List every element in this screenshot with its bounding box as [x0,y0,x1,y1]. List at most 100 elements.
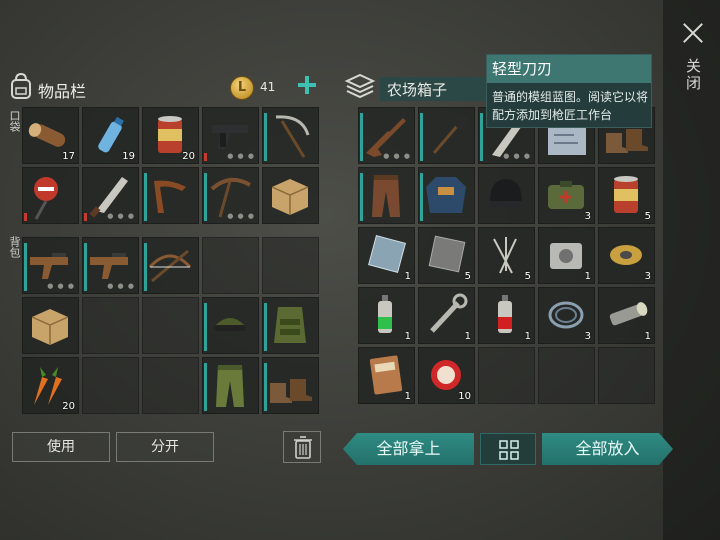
close-icon[interactable] [678,18,708,48]
inventory-title: 物品栏 [38,82,87,101]
backpack-slot[interactable] [262,357,319,414]
cap-with-goggles-icon [214,318,246,331]
box-slot[interactable]: 1 [598,287,655,344]
item-count: 1 [404,271,411,282]
grid-sort-icon [499,440,519,460]
sort-button[interactable] [480,433,536,465]
pockets-label: 口袋 [8,110,21,132]
use-button[interactable]: 使用 [12,432,110,462]
backpack-slot[interactable] [262,237,319,294]
pocket-slot[interactable]: 20 [142,107,199,164]
take-all-button[interactable]: 全部拿上 [343,433,474,465]
item-count: 1 [644,331,651,342]
backpack-slot[interactable] [202,357,259,414]
box-slot[interactable]: 5 [418,227,475,284]
stop-sign-icon [34,177,58,220]
item-count: 17 [62,151,75,162]
durability-bar [204,303,207,351]
pocket-slot[interactable]: 19 [82,107,139,164]
quality-dots-icon: ● ● ● [107,282,135,290]
box-slot[interactable]: 1 [538,227,595,284]
backpack-icon [11,72,31,99]
box-slot[interactable]: 5 [598,167,655,224]
add-coins-button[interactable] [296,74,318,96]
put-all-button[interactable]: 全部放入 [542,433,673,465]
backpack-slot[interactable]: ● ● ● [82,237,139,294]
durability-bar [420,173,423,221]
pocket-slot[interactable]: ● ● ● [202,167,259,224]
box-slot[interactable] [478,167,535,224]
backpack-slot[interactable] [142,297,199,354]
split-button[interactable]: 分开 [116,432,214,462]
pockets-grid: 17 19 20 ● ● ● ● ● ● ● ● ● [22,107,319,224]
box-slot[interactable]: 1 [478,287,535,344]
backpack-slot[interactable] [202,237,259,294]
box-slot[interactable]: 1 [358,347,415,404]
trash-icon [294,436,312,459]
backpack-label: 背包 [8,236,21,258]
box-slot[interactable] [478,347,535,404]
pocket-slot[interactable]: 17 [22,107,79,164]
tooltip-description: 普通的模组蓝图。阅读它以将配方添加到枪匠工作台 [492,90,649,122]
durability-bar [360,173,363,221]
box-slot[interactable]: 3 [538,167,595,224]
item-count: 3 [584,331,591,342]
box-slot[interactable] [358,167,415,224]
box-grid: ● ● ● ● ● ● 3 5 1 5 5 1 3 1 1 1 3 1 1 10 [358,107,655,404]
quality-dots-icon: ● ● ● [47,282,75,290]
item-count: 20 [182,151,195,162]
quality-dots-icon: ● ● ● [227,152,255,160]
backpack-slot[interactable] [82,297,139,354]
backpack-slot[interactable] [22,297,79,354]
item-count: 19 [122,151,135,162]
box-slot[interactable]: 3 [598,227,655,284]
cardboard-box-icon [31,309,69,345]
quality-dots-icon: ● ● ● [383,152,411,160]
pocket-slot[interactable] [142,167,199,224]
backpack-slot[interactable] [82,357,139,414]
shovel-icon [432,115,468,154]
close-label[interactable]: 关闭 [683,58,704,92]
cardboard-box-icon [271,179,309,215]
box-slot[interactable] [418,167,475,224]
backpack-slot[interactable]: ● ● ● [22,237,79,294]
item-count: 5 [524,271,531,282]
item-count: 1 [584,271,591,282]
backpack-slot[interactable] [142,357,199,414]
box-slot[interactable] [538,347,595,404]
box-slot[interactable]: 1 [358,227,415,284]
box-slot[interactable]: ● ● ● [358,107,415,164]
pocket-slot[interactable] [262,107,319,164]
box-slot[interactable]: 3 [538,287,595,344]
durability-bar [480,113,483,161]
box-slot[interactable]: 1 [358,287,415,344]
pocket-slot[interactable] [262,167,319,224]
camo-pants-icon [216,365,244,407]
item-count: 3 [644,271,651,282]
box-slot[interactable]: 5 [478,227,535,284]
pocket-slot[interactable]: ● ● ● [82,167,139,224]
leather-pants-icon [372,175,400,217]
backpack-slot[interactable] [142,237,199,294]
pocket-slot[interactable] [22,167,79,224]
backpack-slot[interactable]: 20 [22,357,79,414]
box-slot[interactable] [598,347,655,404]
box-slot[interactable]: 10 [418,347,475,404]
durability-bar [420,113,423,161]
discard-button[interactable] [283,431,321,463]
item-count: 1 [524,331,531,342]
crossbow-icon [148,249,192,283]
box-title: 农场箱子 [387,81,448,99]
pocket-slot[interactable]: ● ● ● [202,107,259,164]
quality-dots-icon: ● ● ● [503,152,531,160]
durability-bar [204,363,207,411]
box-slot[interactable] [418,107,475,164]
backpack-slot[interactable] [262,297,319,354]
durability-bar [360,113,363,161]
durability-bar [24,213,27,221]
durability-bar [24,243,27,291]
backpack-slot[interactable] [202,297,259,354]
box-stack-icon [344,73,376,99]
backpack-grid: ● ● ● ● ● ● 20 [22,237,319,414]
box-slot[interactable]: 1 [418,287,475,344]
